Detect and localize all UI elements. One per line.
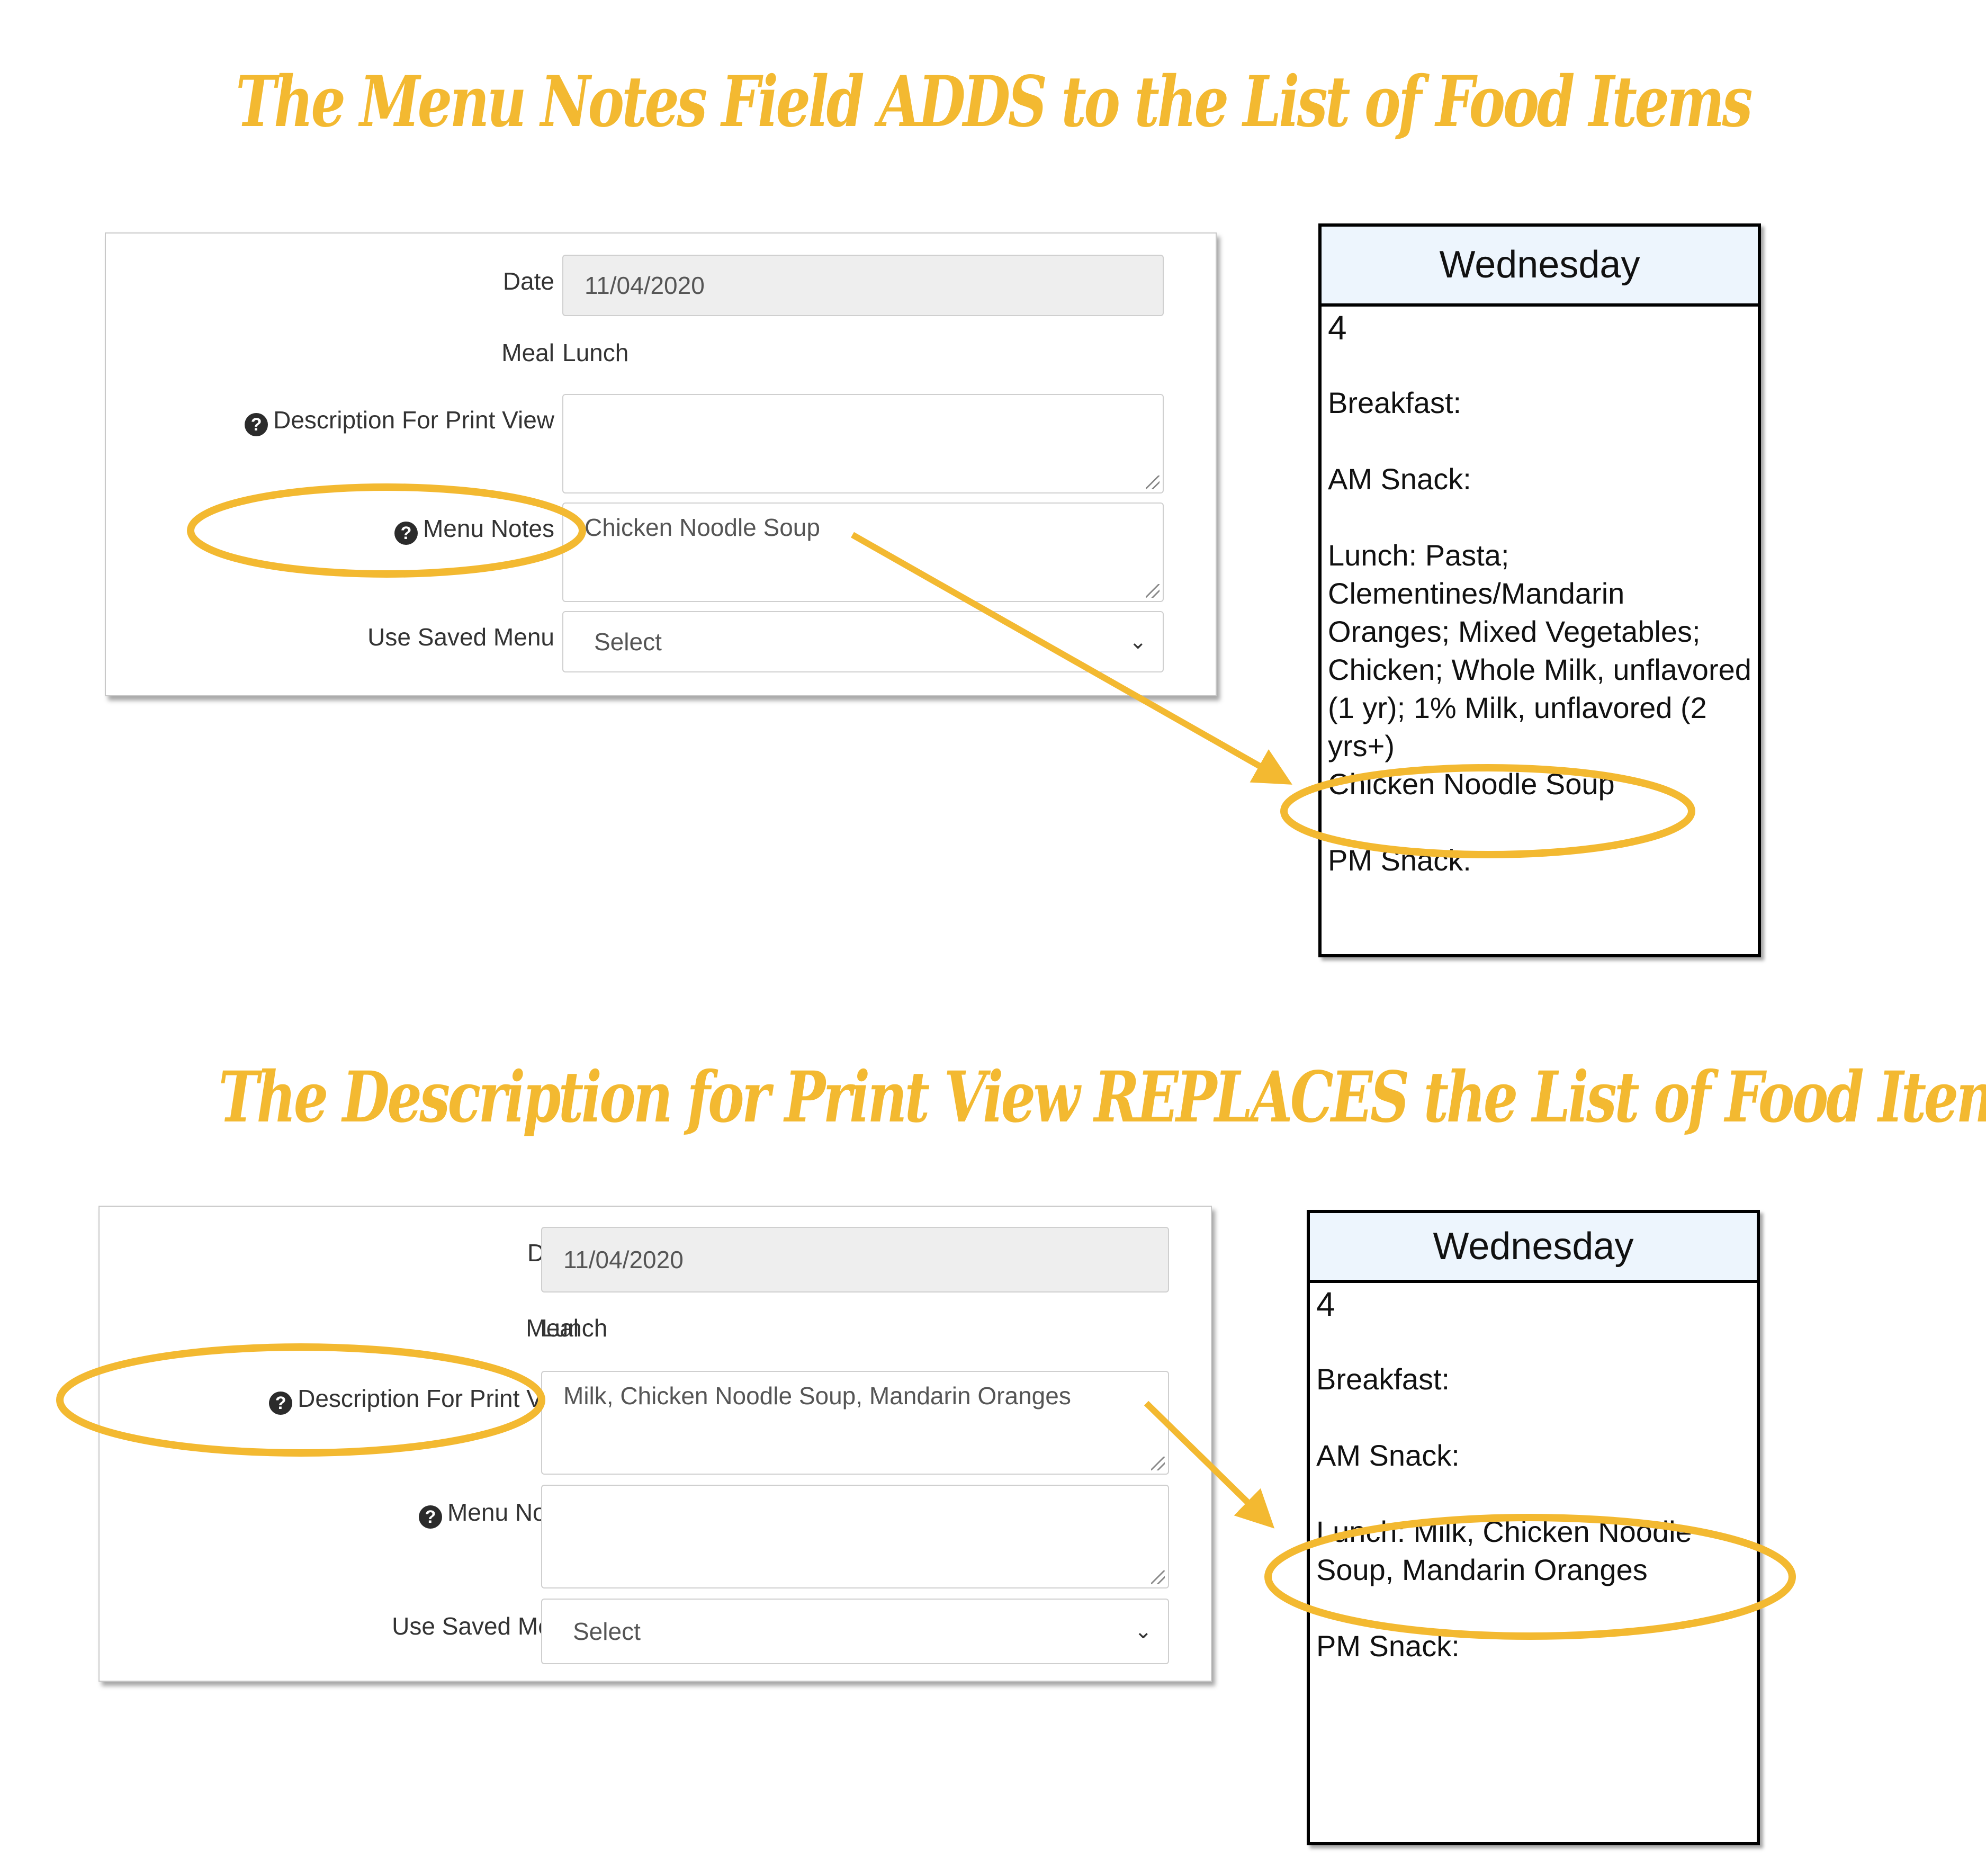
saved-menu-select[interactable]: Select ⌄ xyxy=(541,1599,1169,1664)
menu-form-panel-2: Date 11/04/2020 Meal Lunch ?Description … xyxy=(98,1206,1212,1682)
resize-handle-icon[interactable] xyxy=(1151,1570,1165,1584)
resize-handle-icon[interactable] xyxy=(1146,475,1160,489)
menu-form-panel-1: Date 11/04/2020 Meal Lunch ? Description … xyxy=(105,232,1217,696)
calendar-lunch: Lunch: Pasta; Clementines/Mandarin Orang… xyxy=(1328,538,1760,762)
description-label: ? Description For Print View xyxy=(245,406,554,436)
description-label-text: Description For Print View xyxy=(273,406,554,434)
resize-handle-icon[interactable] xyxy=(1151,1457,1165,1470)
headline-menu-notes: The Menu Notes Field ADDS to the List of… xyxy=(236,61,1753,143)
calendar-day-body: 4 Breakfast: AM Snack: Lunch: Milk, Chic… xyxy=(1316,1285,1750,1665)
meal-value: Lunch xyxy=(541,1314,608,1342)
calendar-day-name: Wednesday xyxy=(1433,1225,1634,1268)
help-icon[interactable]: ? xyxy=(418,1505,442,1529)
calendar-breakfast: Breakfast: xyxy=(1328,386,1462,419)
meal-label: Meal xyxy=(501,339,554,366)
calendar-lunch: Lunch: Milk, Chicken Noodle Soup, Mandar… xyxy=(1316,1515,1701,1586)
description-textarea[interactable] xyxy=(562,394,1164,493)
help-icon[interactable]: ? xyxy=(245,413,268,436)
headline-description-print-view: The Description for Print View REPLACES … xyxy=(218,1056,1986,1138)
menu-notes-value: Chicken Noodle Soup xyxy=(585,514,820,541)
resize-handle-icon[interactable] xyxy=(1146,584,1160,598)
calendar-day-body: 4 Breakfast: AM Snack: Lunch: Pasta; Cle… xyxy=(1328,309,1751,879)
calendar-am-snack: AM Snack: xyxy=(1316,1439,1460,1472)
menu-notes-label: ? Menu Notes xyxy=(394,514,554,545)
calendar-pm-snack: PM Snack: xyxy=(1328,843,1471,877)
description-label: ? Description For Print View xyxy=(269,1384,579,1415)
calendar-date-number: 4 xyxy=(1328,309,1347,347)
description-label-text: Description For Print View xyxy=(298,1385,579,1412)
menu-notes-textarea[interactable] xyxy=(541,1485,1169,1588)
calendar-am-snack: AM Snack: xyxy=(1328,462,1471,496)
calendar-day-cell-2: Wednesday 4 Breakfast: AM Snack: Lunch: … xyxy=(1307,1210,1760,1845)
menu-notes-label-text: Menu Notes xyxy=(423,515,554,542)
saved-menu-value: Select xyxy=(594,628,662,656)
saved-menu-label: Use Saved Menu xyxy=(367,623,554,651)
date-value: 11/04/2020 xyxy=(563,1246,684,1273)
calendar-breakfast: Breakfast: xyxy=(1316,1362,1450,1396)
calendar-day-cell-1: Wednesday 4 Breakfast: AM Snack: Lunch: … xyxy=(1318,223,1761,957)
calendar-day-header: Wednesday xyxy=(1310,1213,1757,1283)
chevron-down-icon: ⌄ xyxy=(1129,630,1147,653)
help-icon[interactable]: ? xyxy=(394,522,418,545)
date-field[interactable]: 11/04/2020 xyxy=(562,255,1164,316)
calendar-date-number: 4 xyxy=(1316,1285,1335,1323)
description-textarea[interactable]: Milk, Chicken Noodle Soup, Mandarin Oran… xyxy=(541,1371,1169,1475)
description-value: Milk, Chicken Noodle Soup, Mandarin Oran… xyxy=(563,1382,1071,1410)
help-icon[interactable]: ? xyxy=(269,1392,293,1415)
date-field[interactable]: 11/04/2020 xyxy=(541,1227,1169,1292)
meal-value: Lunch xyxy=(562,339,629,366)
calendar-day-header: Wednesday xyxy=(1322,227,1758,307)
menu-notes-textarea[interactable]: Chicken Noodle Soup xyxy=(562,502,1164,602)
calendar-lunch-note: Chicken Noodle Soup xyxy=(1328,767,1615,801)
calendar-pm-snack: PM Snack: xyxy=(1316,1629,1460,1663)
chevron-down-icon: ⌄ xyxy=(1134,1620,1152,1643)
calendar-day-name: Wednesday xyxy=(1439,244,1640,286)
saved-menu-select[interactable]: Select ⌄ xyxy=(562,611,1164,672)
date-value: 11/04/2020 xyxy=(585,272,705,299)
date-label: Date xyxy=(502,267,554,295)
saved-menu-value: Select xyxy=(573,1618,641,1645)
